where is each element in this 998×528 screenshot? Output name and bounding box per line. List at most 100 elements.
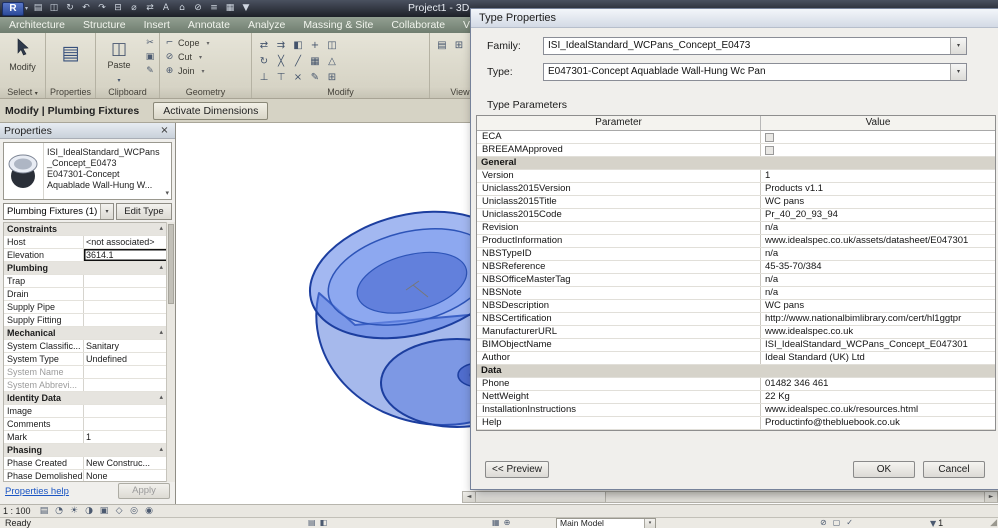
ribbon-tab[interactable]: Architecture bbox=[0, 18, 74, 33]
ribbon-tab[interactable]: Collaborate bbox=[382, 18, 454, 33]
property-value[interactable] bbox=[84, 418, 171, 430]
design-options-icon[interactable]: ◧ bbox=[320, 518, 328, 527]
parameter-value[interactable]: WC pans bbox=[761, 196, 995, 208]
save-icon[interactable]: ◫ bbox=[47, 2, 61, 15]
parameter-row[interactable]: Version 1 bbox=[477, 170, 995, 183]
select-panel-label[interactable]: Select ▾ bbox=[0, 86, 45, 98]
parameter-row[interactable]: Author Ideal Standard (UK) Ltd bbox=[477, 352, 995, 365]
parameter-value[interactable] bbox=[761, 365, 995, 377]
parameter-row[interactable]: NettWeight 22 Kg bbox=[477, 391, 995, 404]
show-crop-icon[interactable]: ◇ bbox=[112, 506, 127, 516]
palette-scrollbar[interactable] bbox=[166, 222, 175, 482]
properties-button[interactable]: ▤ bbox=[52, 37, 90, 68]
parameter-row[interactable]: NBSTypeID n/a bbox=[477, 248, 995, 261]
parameter-row[interactable]: ManufacturerURL www.idealspec.co.uk bbox=[477, 326, 995, 339]
scrollbar-thumb[interactable] bbox=[476, 492, 606, 502]
property-value[interactable]: New Construc... bbox=[84, 457, 171, 469]
parameter-row[interactable]: BREEAMApproved bbox=[477, 144, 995, 157]
property-value[interactable]: Undefined bbox=[84, 353, 171, 365]
parameter-row[interactable]: Revision n/a bbox=[477, 222, 995, 235]
parameter-value[interactable]: http://www.nationalbimlibrary.com/cert/h… bbox=[761, 313, 995, 325]
collapse-chevron-icon[interactable]: ▴ bbox=[159, 445, 163, 453]
detail-level-icon[interactable]: ▤ bbox=[37, 506, 52, 516]
parameter-value[interactable]: WC pans bbox=[761, 300, 995, 312]
parameter-value[interactable]: Products v1.1 bbox=[761, 183, 995, 195]
parameter-value[interactable] bbox=[761, 131, 995, 143]
property-row[interactable]: Trap ▴ bbox=[4, 275, 171, 288]
parameter-value[interactable]: n/a bbox=[761, 248, 995, 260]
property-row[interactable]: Supply Pipe ▴ bbox=[4, 301, 171, 314]
cope-button[interactable]: ⌐ Cope ▾ bbox=[162, 36, 249, 50]
visual-style-icon[interactable]: ◔ bbox=[52, 506, 67, 516]
parameter-value[interactable]: www.idealspec.co.uk bbox=[761, 326, 995, 338]
parameter-row[interactable]: General bbox=[477, 157, 995, 170]
print-icon[interactable]: ⊟ bbox=[111, 2, 125, 15]
parameter-row[interactable]: ECA bbox=[477, 131, 995, 144]
family-select[interactable]: ISI_IdealStandard_WCPans_Concept_E0473 ▾ bbox=[543, 37, 967, 55]
collapse-chevron-icon[interactable]: ▴ bbox=[159, 224, 163, 232]
dialog-titlebar[interactable]: Type Properties bbox=[471, 9, 998, 28]
copy-icon[interactable]: ▣ bbox=[143, 50, 157, 63]
copy-icon[interactable]: ◫ bbox=[324, 38, 340, 53]
split-icon[interactable]: ╱ bbox=[290, 54, 306, 69]
property-row[interactable]: Identity Data ▴ bbox=[4, 392, 171, 405]
resize-grip-icon[interactable]: ◢ bbox=[990, 518, 997, 528]
ribbon-tab[interactable]: Massing & Site bbox=[294, 18, 382, 33]
property-row[interactable]: System Classific... Sanitary ▴ bbox=[4, 340, 171, 353]
property-row[interactable]: Plumbing ▴ bbox=[4, 262, 171, 275]
property-value[interactable]: <not associated> bbox=[84, 236, 171, 248]
trim-icon[interactable]: ╳ bbox=[273, 54, 289, 69]
parameter-value[interactable]: www.idealspec.co.uk/resources.html bbox=[761, 404, 995, 416]
mirror-icon[interactable]: ◧ bbox=[290, 38, 306, 53]
collapse-chevron-icon[interactable]: ▴ bbox=[159, 328, 163, 336]
dimension-icon[interactable]: ⇄ bbox=[143, 2, 157, 15]
parameter-value[interactable]: Ideal Standard (UK) Ltd bbox=[761, 352, 995, 364]
parameter-row[interactable]: InstallationInstructions www.idealspec.c… bbox=[477, 404, 995, 417]
parameter-row[interactable]: Uniclass2015Title WC pans bbox=[477, 196, 995, 209]
type-selector-drop-icon[interactable]: ▾ bbox=[165, 189, 169, 197]
type-select[interactable]: E047301-Concept Aquablade Wall-Hung Wc P… bbox=[543, 63, 967, 81]
parameter-row[interactable]: ProductInformation www.idealspec.co.uk/a… bbox=[477, 235, 995, 248]
pin-icon[interactable]: ⊥ bbox=[256, 70, 272, 85]
text-icon[interactable]: A bbox=[159, 2, 173, 15]
parameter-row[interactable]: NBSDescription WC pans bbox=[477, 300, 995, 313]
palette-header[interactable]: Properties × bbox=[0, 123, 175, 139]
ribbon-tab[interactable]: Annotate bbox=[179, 18, 239, 33]
properties-help-link[interactable]: Properties help bbox=[5, 486, 118, 497]
align-icon[interactable]: ⇄ bbox=[256, 38, 272, 53]
cancel-button[interactable]: Cancel bbox=[923, 461, 985, 478]
redo-icon[interactable]: ↷ bbox=[95, 2, 109, 15]
array-icon[interactable]: ▦ bbox=[307, 54, 323, 69]
property-row[interactable]: System Name ▴ bbox=[4, 366, 171, 379]
parameter-row[interactable]: NBSOfficeMasterTag n/a bbox=[477, 274, 995, 287]
ok-button[interactable]: OK bbox=[853, 461, 915, 478]
horizontal-scrollbar[interactable]: ◄ ► bbox=[462, 491, 998, 503]
parameter-value[interactable]: Productinfo@thebluebook.co.uk bbox=[761, 417, 995, 429]
property-value[interactable] bbox=[84, 366, 171, 378]
exclude-options-icon[interactable]: ⊘ bbox=[820, 518, 827, 527]
parameter-value[interactable]: ISI_IdealStandard_WCPans_Concept_E047301 bbox=[761, 339, 995, 351]
parameter-value[interactable]: 22 Kg bbox=[761, 391, 995, 403]
paint-icon[interactable]: ✎ bbox=[307, 70, 323, 85]
property-value[interactable]: None bbox=[84, 470, 171, 481]
property-value[interactable] bbox=[84, 301, 171, 313]
property-row[interactable]: Elevation 3614.1 ▴ bbox=[4, 249, 171, 262]
apply-button[interactable]: Apply bbox=[118, 483, 170, 499]
match-type-icon[interactable]: ✎ bbox=[143, 64, 157, 77]
link-icon[interactable]: ⊕ bbox=[504, 518, 511, 527]
parameter-value[interactable]: n/a bbox=[761, 287, 995, 299]
property-value[interactable]: 1 bbox=[84, 431, 171, 443]
open-icon[interactable]: ▤ bbox=[31, 2, 45, 15]
crop-view-icon[interactable]: ▣ bbox=[97, 506, 112, 516]
cut-geometry-button[interactable]: ⊘ Cut ▾ bbox=[162, 50, 249, 64]
cut-icon[interactable]: ✂ bbox=[143, 36, 157, 49]
property-row[interactable]: Constraints ▴ bbox=[4, 223, 171, 236]
parameter-row[interactable]: Uniclass2015Version Products v1.1 bbox=[477, 183, 995, 196]
press-drag-icon[interactable]: ✓ bbox=[846, 518, 853, 527]
property-row[interactable]: System Abbrevi... ▴ bbox=[4, 379, 171, 392]
parameter-row[interactable]: Data bbox=[477, 365, 995, 378]
property-row[interactable]: Phase Demolished None ▴ bbox=[4, 470, 171, 481]
move-icon[interactable]: + bbox=[307, 38, 323, 53]
property-row[interactable]: System Type Undefined ▴ bbox=[4, 353, 171, 366]
property-row[interactable]: Image ▴ bbox=[4, 405, 171, 418]
